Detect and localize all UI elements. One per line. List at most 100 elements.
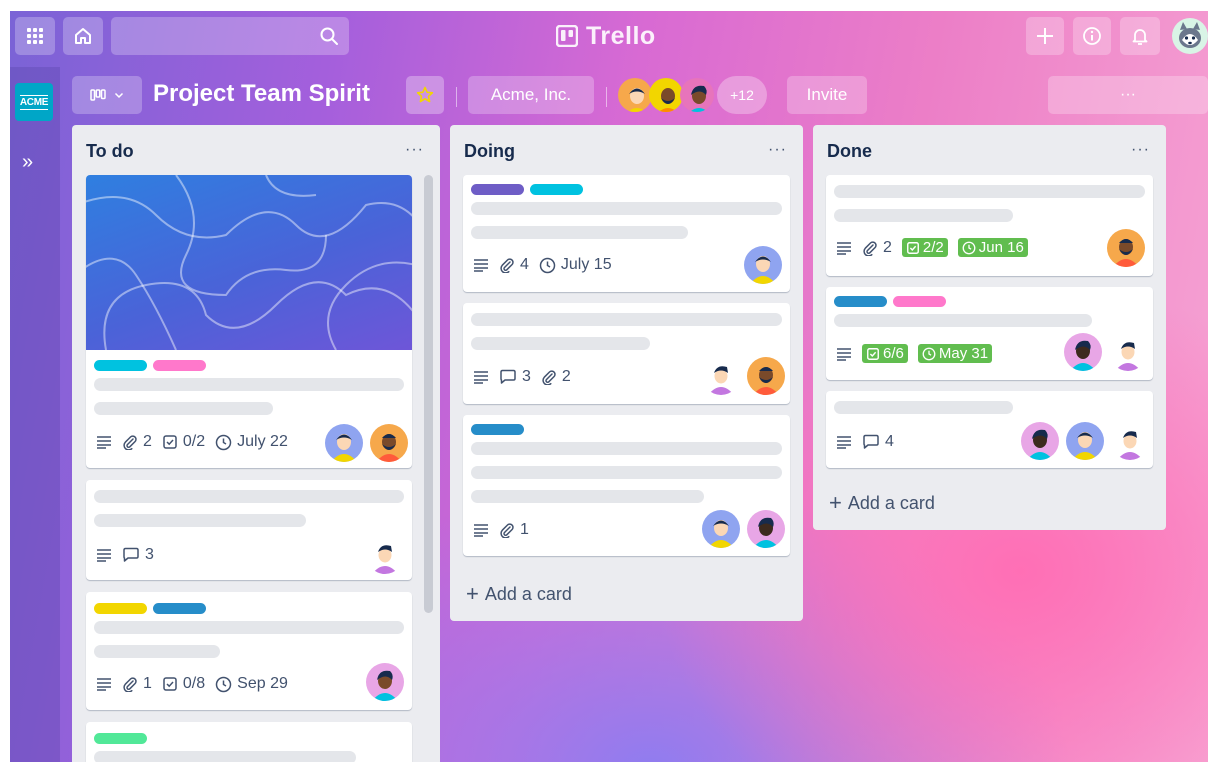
member-avatar[interactable] [366,663,404,701]
member-avatar[interactable] [747,510,785,548]
search-input[interactable] [111,17,349,55]
card[interactable]: 1 0/8 Sep 29 [86,592,412,710]
card[interactable]: 2 0/2 July 22 [86,175,412,468]
label-mint [94,733,147,744]
description-icon [96,677,112,691]
card[interactable]: 3 2 [463,303,790,404]
card[interactable]: 1 [463,415,790,556]
due-date-badge: July 15 [539,256,612,274]
member-avatar[interactable] [1021,422,1059,460]
list-title[interactable]: Doing [464,141,515,162]
member-avatar[interactable] [702,510,740,548]
card[interactable] [86,722,412,762]
list-menu-button[interactable]: ··· [1131,141,1150,159]
board-menu-button[interactable]: ··· [1048,76,1208,114]
checklist-icon [867,347,879,360]
app-switcher-button[interactable] [15,17,55,55]
card[interactable]: 3 [86,480,412,580]
member-avatar[interactable] [747,357,785,395]
description-icon [836,435,852,449]
board-members: +12 [616,76,767,114]
description-icon [836,347,852,361]
description-icon [836,241,852,255]
trello-logo[interactable]: Trello [556,20,656,52]
checklist-icon [906,241,919,254]
comments-count: 3 [522,368,531,385]
list-title[interactable]: To do [86,141,134,162]
card[interactable]: 6/6 May 31 [826,287,1153,380]
card-badges: 2 0/2 July 22 [96,433,288,451]
member-avatar[interactable] [1107,229,1145,267]
grid-icon [26,27,44,45]
scrollbar[interactable] [424,175,433,613]
top-bar: Trello [10,11,1208,61]
card-badges: 4 [836,433,894,451]
board-views-button[interactable] [72,76,142,114]
label-pink [153,360,206,371]
clock-icon [215,434,232,450]
due-date-complete-badge: Jun 16 [957,238,1028,257]
member-avatar[interactable] [370,424,408,462]
board-icon [90,89,106,101]
add-card-button[interactable]: + Add a card [829,490,935,516]
more-members-count[interactable]: +12 [717,76,767,114]
clock-icon [962,241,976,254]
card[interactable]: 4 [826,391,1153,468]
info-button[interactable] [1073,17,1111,55]
card-title-placeholder [834,401,1013,414]
card-badges: 2 2/2 Jun 16 [836,238,1028,257]
member-avatar[interactable] [1066,422,1104,460]
card-title-placeholder [94,490,404,503]
description-icon [96,435,112,449]
comments-count: 3 [145,546,154,563]
card-title-placeholder [94,378,404,391]
checklist-count: 2/2 [922,239,944,256]
list-menu-button[interactable]: ··· [405,141,424,159]
card-members [744,246,782,284]
member-avatar[interactable] [702,357,740,395]
member-avatar[interactable] [1109,333,1147,371]
plus-icon [1035,26,1055,46]
member-avatar[interactable] [1064,333,1102,371]
member-avatar[interactable] [678,76,716,114]
description-icon [96,548,112,562]
card-badges: 3 [96,546,154,564]
invite-button[interactable]: Invite [787,76,867,114]
clock-icon [539,257,556,273]
home-button[interactable] [63,17,103,55]
clock-icon [922,347,936,360]
add-card-button[interactable]: + Add a card [466,581,572,607]
card-title-placeholder [471,442,782,455]
workspace-sidebar: ACME » [10,67,60,762]
expand-sidebar-button[interactable]: » [22,151,33,174]
label-teal [530,184,583,195]
member-avatar[interactable] [1111,422,1149,460]
member-avatar[interactable] [366,536,404,574]
member-avatar[interactable] [744,246,782,284]
card-title-placeholder [471,337,650,350]
notifications-button[interactable] [1120,17,1160,55]
card-badges: 4 July 15 [473,256,612,274]
member-avatar[interactable] [325,424,363,462]
plus-icon: + [829,490,842,515]
list-menu-button[interactable]: ··· [768,141,787,159]
due-date: Jun 16 [978,239,1024,256]
paperclip-icon [500,523,514,538]
user-avatar[interactable] [1172,18,1208,54]
card-members [1021,422,1149,460]
star-icon [416,86,434,104]
attachments-count: 2 [883,238,892,256]
workspace-button[interactable]: Acme, Inc. [468,76,594,114]
trello-logo-icon [556,25,578,47]
home-icon [73,26,93,46]
create-button[interactable] [1026,17,1064,55]
card[interactable]: 2 2/2 Jun 16 [826,175,1153,276]
description-icon [473,523,489,537]
label-blue [153,603,206,614]
board-title[interactable]: Project Team Spirit [153,80,370,108]
list-title[interactable]: Done [827,141,872,162]
due-date: May 31 [938,345,989,362]
card[interactable]: 4 July 15 [463,175,790,292]
card-title-placeholder [471,466,782,479]
star-board-button[interactable] [406,76,444,114]
